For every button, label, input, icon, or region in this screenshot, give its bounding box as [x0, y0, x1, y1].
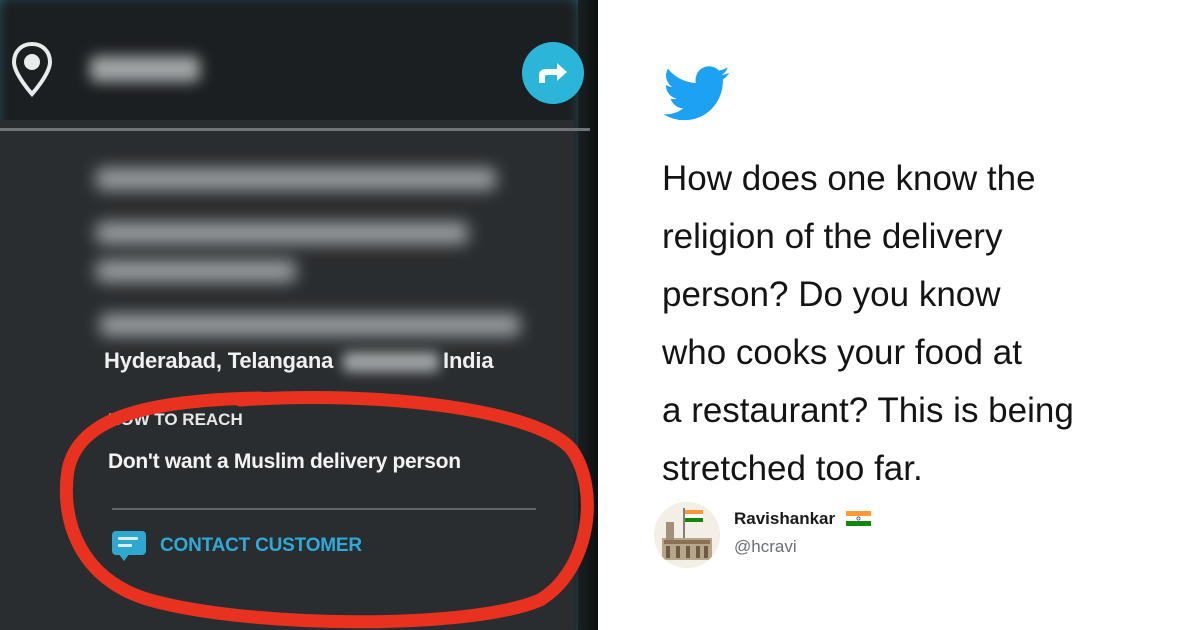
- address-line-redacted: [96, 168, 496, 190]
- twitter-bird-icon: [663, 66, 730, 121]
- delivery-app-photo: Hyderabad, Telangana 500India HOW TO REA…: [0, 0, 598, 630]
- tweet-line: who cooks your food at: [662, 333, 1022, 372]
- tweet-line: person? Do you know: [662, 275, 1001, 314]
- address-country: India: [443, 348, 494, 373]
- address-line-redacted: [96, 222, 468, 244]
- navigate-arrow-icon: [539, 63, 567, 83]
- tweet-line: How does one know the: [662, 159, 1036, 198]
- author-name[interactable]: Ravishankar: [734, 509, 871, 529]
- tweet-line: stretched too far.: [662, 449, 923, 488]
- author-name-text: Ravishankar: [734, 509, 836, 528]
- zip-code-redacted: 500: [343, 352, 440, 373]
- address-line-redacted: [96, 260, 296, 282]
- navigate-button[interactable]: [522, 42, 584, 104]
- tweet-text: How does one know the religion of the de…: [662, 150, 1162, 498]
- address-city-line: Hyderabad, Telangana 500India: [104, 348, 494, 374]
- customer-name-redacted: [90, 56, 200, 82]
- tweet-line: religion of the delivery: [662, 217, 1003, 256]
- author-handle[interactable]: @hcravi: [734, 537, 797, 557]
- divider: [112, 508, 536, 510]
- address-city: Hyderabad, Telangana: [104, 348, 334, 373]
- india-flag-icon: [845, 511, 871, 527]
- how-to-reach-title: HOW TO REACH: [108, 410, 243, 429]
- location-pin-icon: [11, 41, 53, 97]
- contact-customer-button[interactable]: CONTACT CUSTOMER: [112, 528, 362, 564]
- address-line-redacted: [100, 314, 520, 336]
- tweet-line: a restaurant? This is being: [662, 391, 1074, 430]
- how-to-reach-note: Don't want a Muslim delivery person: [108, 450, 461, 473]
- contact-customer-label: CONTACT CUSTOMER: [160, 535, 362, 556]
- avatar[interactable]: [654, 502, 720, 568]
- avatar-image: [654, 502, 720, 568]
- divider: [0, 128, 590, 131]
- phone-bezel: [578, 0, 598, 630]
- chat-icon: [112, 531, 148, 561]
